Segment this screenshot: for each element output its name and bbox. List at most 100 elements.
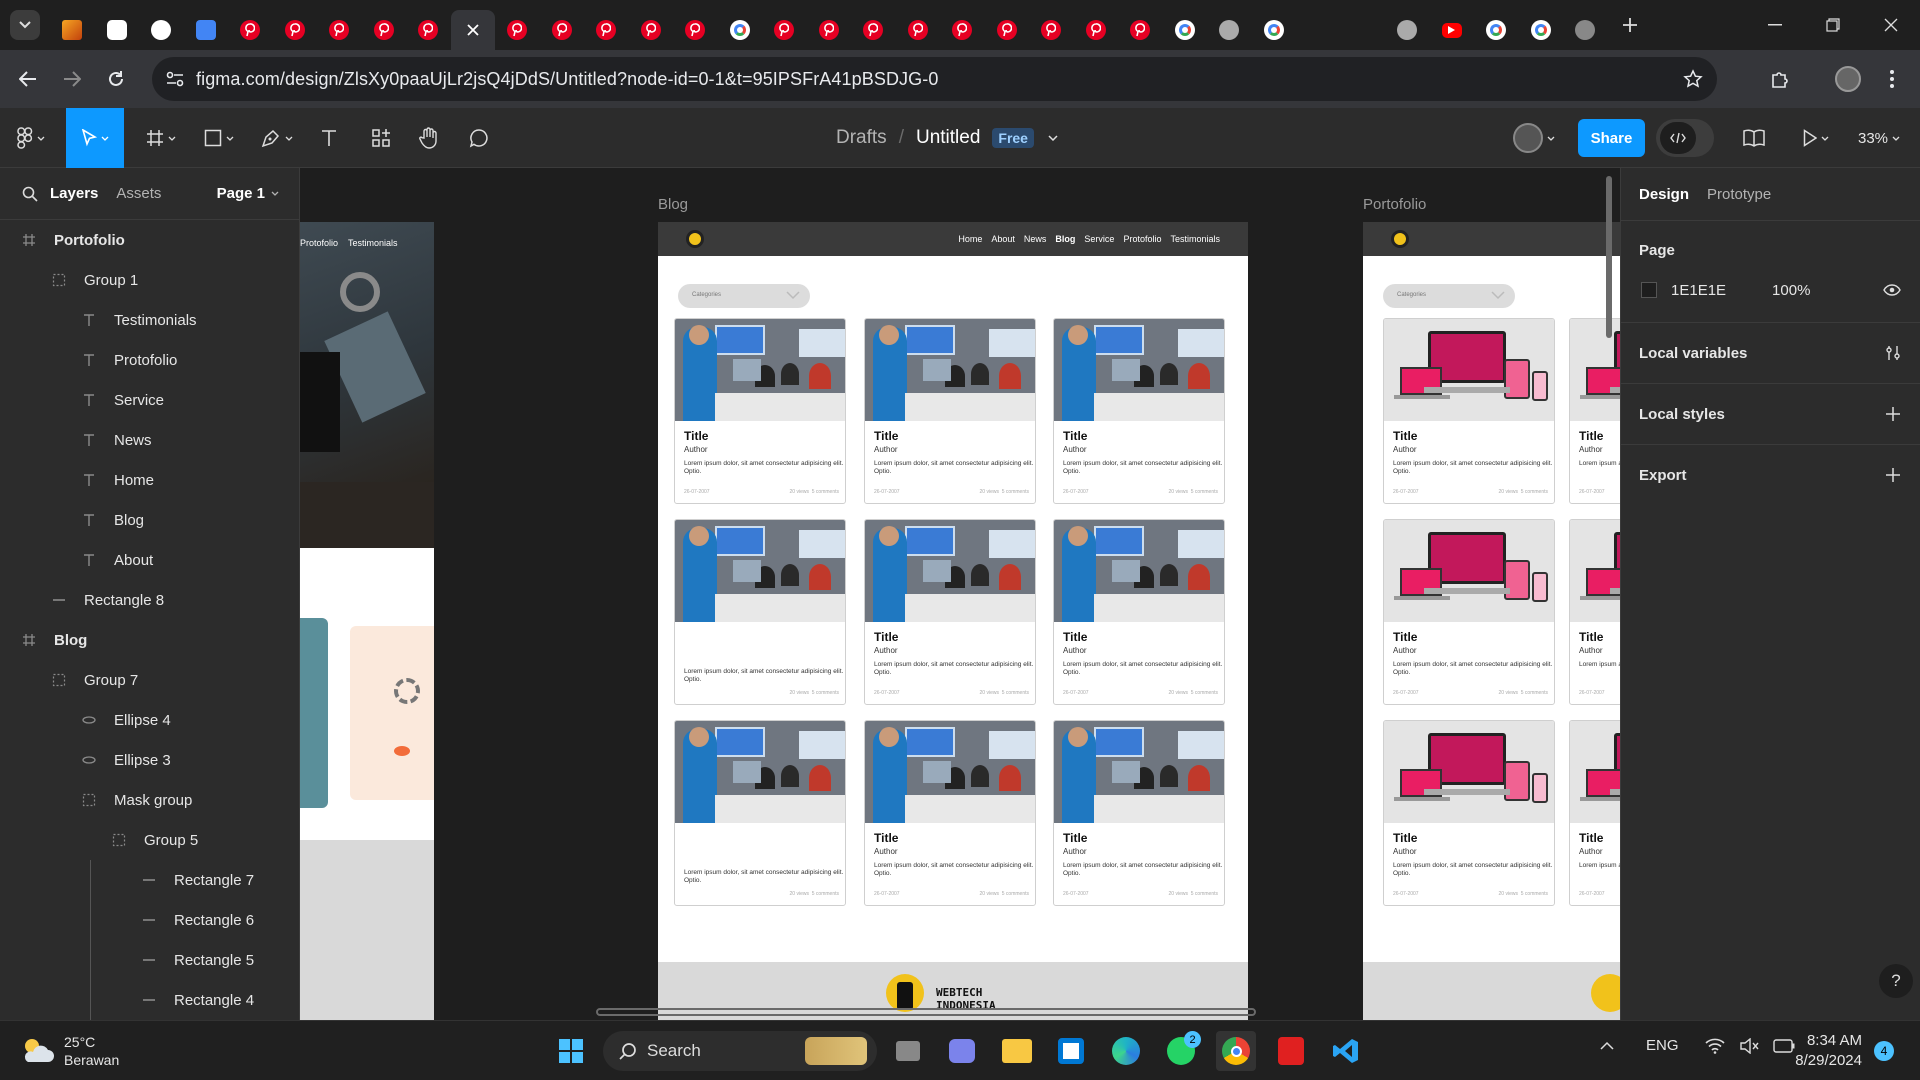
file-title[interactable]: Untitled xyxy=(916,127,980,149)
browser-tab[interactable] xyxy=(1207,10,1252,50)
new-tab-button[interactable] xyxy=(1608,0,1652,50)
forward-button[interactable] xyxy=(50,57,94,101)
profile-avatar[interactable] xyxy=(1826,57,1870,101)
search-icon[interactable] xyxy=(22,186,38,202)
file-explorer-button[interactable] xyxy=(997,1031,1037,1071)
weather-widget[interactable]: 25°C Berawan xyxy=(20,1033,119,1069)
microsoft-store-button[interactable] xyxy=(1051,1031,1091,1071)
browser-tab[interactable] xyxy=(540,10,585,50)
layer-row[interactable]: Rectangle 8 xyxy=(0,580,300,620)
browser-tab[interactable] xyxy=(450,10,495,50)
local-styles-row[interactable]: Local styles xyxy=(1621,384,1920,444)
chrome-button[interactable] xyxy=(1216,1031,1256,1071)
browser-tab[interactable] xyxy=(1163,10,1208,50)
vscode-button[interactable] xyxy=(1326,1031,1366,1071)
clock[interactable]: 8:34 AM 8/29/2024 xyxy=(1776,1031,1862,1071)
frame-tool[interactable] xyxy=(138,108,184,168)
browser-tab[interactable] xyxy=(584,10,629,50)
zoom-menu[interactable]: 33% xyxy=(1848,108,1910,168)
whatsapp-button[interactable]: 2 xyxy=(1161,1031,1201,1071)
move-tool[interactable] xyxy=(66,108,124,168)
tab-design[interactable]: Design xyxy=(1639,186,1689,203)
browser-tab[interactable] xyxy=(940,10,985,50)
browser-tab[interactable] xyxy=(495,10,540,50)
edge-button[interactable] xyxy=(1106,1031,1146,1071)
browser-tab[interactable] xyxy=(139,10,184,50)
layer-row[interactable]: Service xyxy=(0,380,300,420)
page-color-hex[interactable]: 1E1E1E xyxy=(1671,282,1726,299)
layer-row[interactable]: Mask group xyxy=(0,780,300,820)
chrome-menu-button[interactable] xyxy=(1870,57,1914,101)
chevron-up-icon[interactable] xyxy=(1600,1041,1614,1050)
url-text[interactable]: figma.com/design/ZlsXy0paaUjLr2jsQ4jDdS/… xyxy=(196,69,938,90)
browser-tab[interactable] xyxy=(807,10,852,50)
reload-button[interactable] xyxy=(94,57,138,101)
layer-row[interactable]: Testimonials xyxy=(0,300,300,340)
blog-frame[interactable]: Home About News Blog Service Protofolio Testim… xyxy=(658,222,1248,1020)
tab-layers[interactable]: Layers xyxy=(50,185,98,202)
bookmark-star-icon[interactable] xyxy=(1683,69,1703,89)
page-color-swatch[interactable] xyxy=(1641,282,1657,298)
browser-tab[interactable] xyxy=(317,10,362,50)
task-view-button[interactable] xyxy=(888,1031,928,1071)
browser-tab[interactable] xyxy=(1074,10,1119,50)
vertical-scrollbar[interactable] xyxy=(1606,176,1612,338)
multiplayer-avatar[interactable] xyxy=(1504,108,1564,168)
volume-muted-icon[interactable] xyxy=(1739,1037,1759,1054)
browser-tab[interactable] xyxy=(1296,10,1341,50)
layer-row[interactable]: News xyxy=(0,420,300,460)
address-bar[interactable]: figma.com/design/ZlsXy0paaUjLr2jsQ4jDdS/… xyxy=(152,57,1717,101)
acrobat-button[interactable] xyxy=(1271,1031,1311,1071)
design-canvas[interactable]: Protofolio Testimonials Blog Home About Ne… xyxy=(300,168,1620,1020)
teams-chat-button[interactable] xyxy=(942,1031,982,1071)
dev-mode-toggle[interactable] xyxy=(1656,119,1714,157)
browser-tab[interactable] xyxy=(273,10,318,50)
page-opacity[interactable]: 100% xyxy=(1772,282,1810,299)
browser-tab[interactable] xyxy=(184,10,229,50)
layer-row[interactable]: Home xyxy=(0,460,300,500)
browser-tab[interactable] xyxy=(1341,10,1386,50)
page-fill-row[interactable]: 1E1E1E 100% xyxy=(1621,270,1920,310)
start-button[interactable] xyxy=(551,1031,591,1071)
browser-tab[interactable] xyxy=(896,10,941,50)
tab-prototype[interactable]: Prototype xyxy=(1707,186,1771,203)
shape-tool[interactable] xyxy=(196,108,242,168)
layer-row[interactable]: Group 7 xyxy=(0,660,300,700)
taskbar-search[interactable]: Search xyxy=(603,1031,877,1071)
browser-tab[interactable] xyxy=(851,10,896,50)
horizontal-scrollbar[interactable] xyxy=(596,1008,1256,1016)
layer-row[interactable]: Protofolio xyxy=(0,340,300,380)
layer-row[interactable]: Rectangle 5 xyxy=(0,940,300,980)
layer-row[interactable]: Portofolio xyxy=(0,220,300,260)
layer-row[interactable]: Group 1 xyxy=(0,260,300,300)
eye-icon[interactable] xyxy=(1883,284,1901,296)
browser-tab[interactable] xyxy=(406,10,451,50)
browser-tab[interactable] xyxy=(1474,10,1519,50)
extensions-button[interactable] xyxy=(1758,57,1802,101)
layer-row[interactable]: Rectangle 7 xyxy=(0,860,300,900)
chevron-down-icon[interactable] xyxy=(271,191,279,196)
browser-tab[interactable] xyxy=(50,10,95,50)
browser-tab[interactable] xyxy=(762,10,807,50)
language-indicator[interactable]: ENG xyxy=(1646,1037,1679,1054)
share-button[interactable]: Share xyxy=(1578,119,1645,157)
wifi-icon[interactable] xyxy=(1704,1038,1725,1054)
layer-row[interactable]: Ellipse 3 xyxy=(0,740,300,780)
browser-tab[interactable] xyxy=(673,10,718,50)
export-row[interactable]: Export xyxy=(1621,445,1920,505)
browser-tab[interactable] xyxy=(629,10,674,50)
layer-row[interactable]: Rectangle 6 xyxy=(0,900,300,940)
browser-tab[interactable] xyxy=(362,10,407,50)
back-button[interactable] xyxy=(6,57,50,101)
plus-icon[interactable] xyxy=(1885,467,1901,483)
browser-tab[interactable] xyxy=(985,10,1030,50)
layer-row[interactable]: Rectangle 4 xyxy=(0,980,300,1020)
main-menu-button[interactable] xyxy=(10,108,52,168)
present-button[interactable] xyxy=(1794,108,1838,168)
browser-tab[interactable] xyxy=(1252,10,1297,50)
page-selector[interactable]: Page 1 xyxy=(217,185,265,202)
browser-tab[interactable] xyxy=(1430,10,1475,50)
comment-tool[interactable] xyxy=(460,108,498,168)
browser-tab[interactable] xyxy=(1385,10,1430,50)
resources-tool[interactable] xyxy=(362,108,400,168)
